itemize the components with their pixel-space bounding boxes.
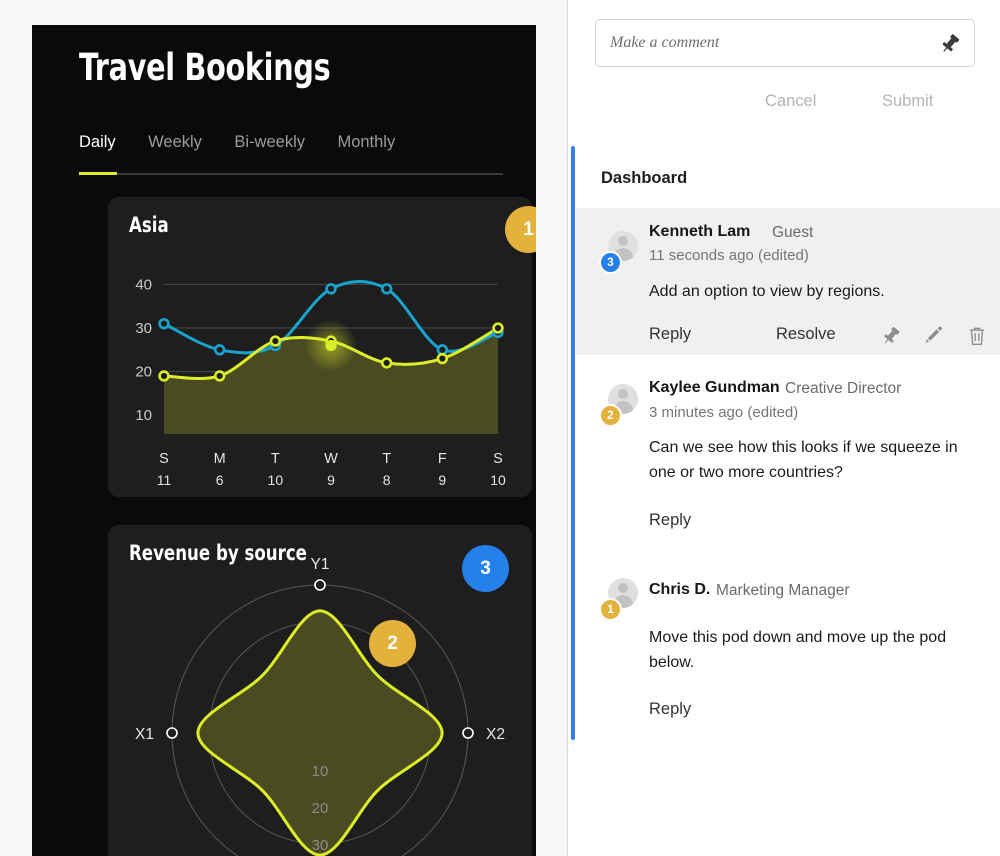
comment-timestamp: 11 seconds ago (edited) [649, 247, 809, 264]
comment-badge[interactable]: 3 [599, 251, 622, 274]
comment-author: Kenneth Lam [649, 223, 751, 240]
reply-button[interactable]: Reply [649, 511, 691, 530]
dashboard-region: Travel Bookings Daily Weekly Bi-weekly M… [0, 0, 568, 856]
svg-text:20: 20 [135, 364, 152, 381]
card-revenue-radar-chart: Revenue by source 3 10203040Y1X2X1 2 [108, 525, 532, 856]
svg-text:10: 10 [490, 472, 506, 488]
tabs-divider [79, 173, 503, 175]
resolve-button[interactable]: Resolve [776, 325, 836, 344]
svg-text:8: 8 [383, 472, 391, 488]
svg-text:11: 11 [157, 472, 172, 488]
svg-text:10: 10 [312, 763, 329, 780]
card-asia-line-chart: Asia 1 10 20 30 40 S 11 M 6 T 10 W 9 T 8 F 9 S 10 [108, 197, 536, 497]
svg-text:M: M [214, 451, 226, 467]
comment-text: Can we see how this looks if we squeeze … [649, 439, 958, 481]
comment-item[interactable]: 2 Kaylee Gundman Creative Director 3 min… [576, 368, 1000, 543]
reply-button[interactable]: Reply [649, 700, 691, 719]
comment-badge[interactable]: 2 [599, 404, 622, 427]
svg-text:20: 20 [312, 800, 329, 817]
svg-text:T: T [382, 451, 391, 467]
comment-badge[interactable]: 1 [599, 598, 622, 621]
pin-icon[interactable] [938, 32, 962, 56]
comment-item[interactable]: 3 Kenneth Lam Guest 11 seconds ago (edit… [576, 208, 1000, 355]
avatar-head [618, 583, 628, 593]
tab-monthly[interactable]: Monthly [337, 133, 395, 162]
radar-chart-svg: 10203040Y1X2X1 [135, 556, 505, 856]
svg-text:9: 9 [438, 472, 446, 488]
reply-button[interactable]: Reply [649, 325, 691, 344]
svg-text:30: 30 [135, 320, 152, 337]
svg-text:40: 40 [135, 276, 152, 293]
avatar-head [618, 389, 628, 399]
svg-text:S: S [159, 451, 169, 467]
pencil-icon[interactable] [923, 325, 945, 347]
svg-text:X2: X2 [486, 726, 505, 743]
thread-section-title: Dashboard [601, 169, 688, 187]
comment-role: Guest [772, 224, 814, 241]
svg-text:X1: X1 [135, 726, 154, 743]
svg-text:30: 30 [312, 837, 329, 854]
cancel-button[interactable]: Cancel [765, 92, 816, 111]
pin-icon[interactable] [880, 325, 902, 347]
comment-author: Chris D. [649, 581, 711, 598]
svg-text:10: 10 [135, 407, 152, 424]
page-title: Travel Bookings [79, 46, 331, 89]
dashboard-canvas: Travel Bookings Daily Weekly Bi-weekly M… [32, 25, 536, 856]
tab-daily[interactable]: Daily [79, 133, 116, 162]
comment-role: Creative Director [785, 380, 902, 397]
trash-icon[interactable] [966, 325, 988, 347]
marker-badge-2[interactable]: 2 [369, 620, 416, 667]
tab-weekly[interactable]: Weekly [148, 133, 202, 162]
svg-text:9: 9 [327, 472, 335, 488]
avatar-head [618, 236, 628, 246]
comment-composer[interactable]: Make a comment [595, 19, 975, 67]
svg-text:T: T [271, 451, 280, 467]
comment-timestamp: 3 minutes ago (edited) [649, 404, 799, 421]
svg-text:W: W [324, 451, 338, 467]
comment-input-placeholder: Make a comment [610, 34, 720, 51]
comments-panel: Make a comment Cancel Submit Dashboard 3… [568, 0, 1000, 856]
comment-text: Add an option to view by regions. [649, 283, 885, 300]
svg-text:Y1: Y1 [311, 556, 330, 573]
app-root: Travel Bookings Daily Weekly Bi-weekly M… [0, 0, 1000, 856]
tab-active-underline [79, 172, 117, 175]
comment-role: Marketing Manager [716, 582, 850, 599]
svg-text:6: 6 [216, 472, 224, 488]
period-tabs: Daily Weekly Bi-weekly Monthly [79, 133, 503, 162]
svg-text:10: 10 [268, 472, 284, 488]
comment-text: Move this pod down and move up the pod b… [649, 629, 947, 671]
submit-button[interactable]: Submit [882, 92, 933, 111]
svg-text:F: F [438, 451, 447, 467]
line-chart-svg: 10 20 30 40 S 11 M 6 T 10 W 9 T 8 F 9 S 10 [135, 276, 506, 488]
comment-author: Kaylee Gundman [649, 379, 780, 396]
thread-indicator-bar [571, 146, 575, 740]
tab-bi-weekly[interactable]: Bi-weekly [234, 133, 305, 162]
svg-text:S: S [493, 451, 503, 467]
comment-item[interactable]: 1 Chris D. Marketing Manager Move this p… [576, 570, 1000, 735]
